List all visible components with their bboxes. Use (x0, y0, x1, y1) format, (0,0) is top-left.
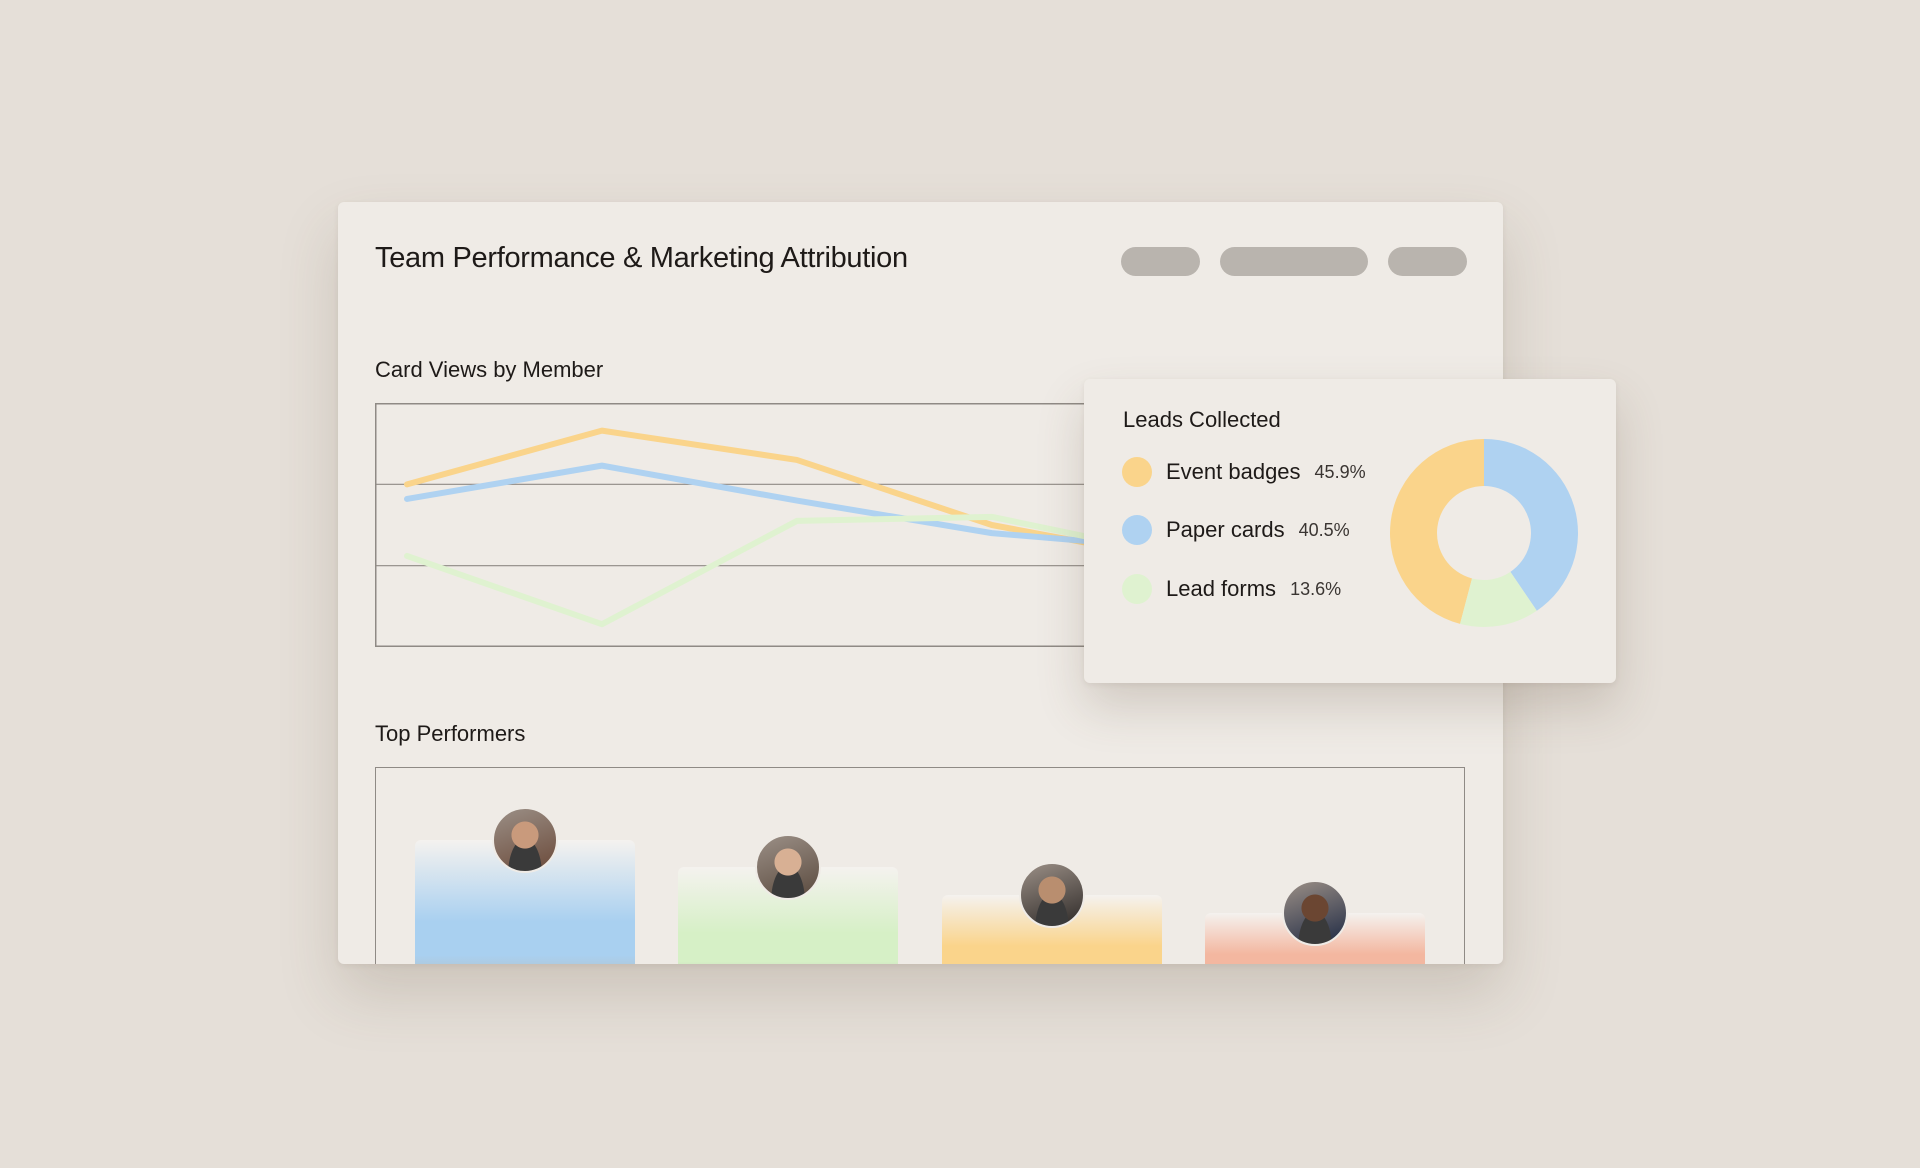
leads-collected-card: Leads Collected Event badges 45.9% Paper… (1084, 379, 1616, 683)
top-performers-chart (375, 767, 1465, 964)
line-chart-title: Card Views by Member (375, 357, 604, 382)
event-badges-swatch (1122, 457, 1152, 487)
legend-label: Paper cards (1166, 517, 1285, 542)
header-button-1[interactable] (1121, 247, 1200, 276)
leads-donut-chart (1390, 439, 1578, 627)
legend-label: Event badges (1166, 459, 1301, 484)
performer-avatar-1[interactable] (492, 807, 558, 873)
performer-avatar-3[interactable] (1019, 862, 1085, 928)
page-title: Team Performance & Marketing Attribution (375, 242, 908, 274)
leads-card-title: Leads Collected (1123, 407, 1281, 432)
lead-forms-swatch (1122, 574, 1152, 604)
legend-percent: 40.5% (1298, 519, 1350, 540)
stage: Team Performance & Marketing Attribution… (0, 0, 1920, 1168)
header-button-2[interactable] (1220, 247, 1368, 276)
performer-avatar-4[interactable] (1282, 880, 1348, 946)
performer-avatar-2[interactable] (755, 834, 821, 900)
legend-item-paper-cards: Paper cards 40.5% (1122, 514, 1350, 546)
legend-label: Lead forms (1166, 576, 1277, 601)
header-button-3[interactable] (1388, 247, 1467, 276)
legend-item-lead-forms: Lead forms 13.6% (1122, 573, 1341, 605)
paper-cards-swatch (1122, 515, 1152, 545)
legend-percent: 13.6% (1290, 578, 1342, 599)
legend-percent: 45.9% (1314, 461, 1366, 482)
legend-item-event-badges: Event badges 45.9% (1122, 456, 1366, 488)
bar-chart-title: Top Performers (375, 721, 526, 746)
